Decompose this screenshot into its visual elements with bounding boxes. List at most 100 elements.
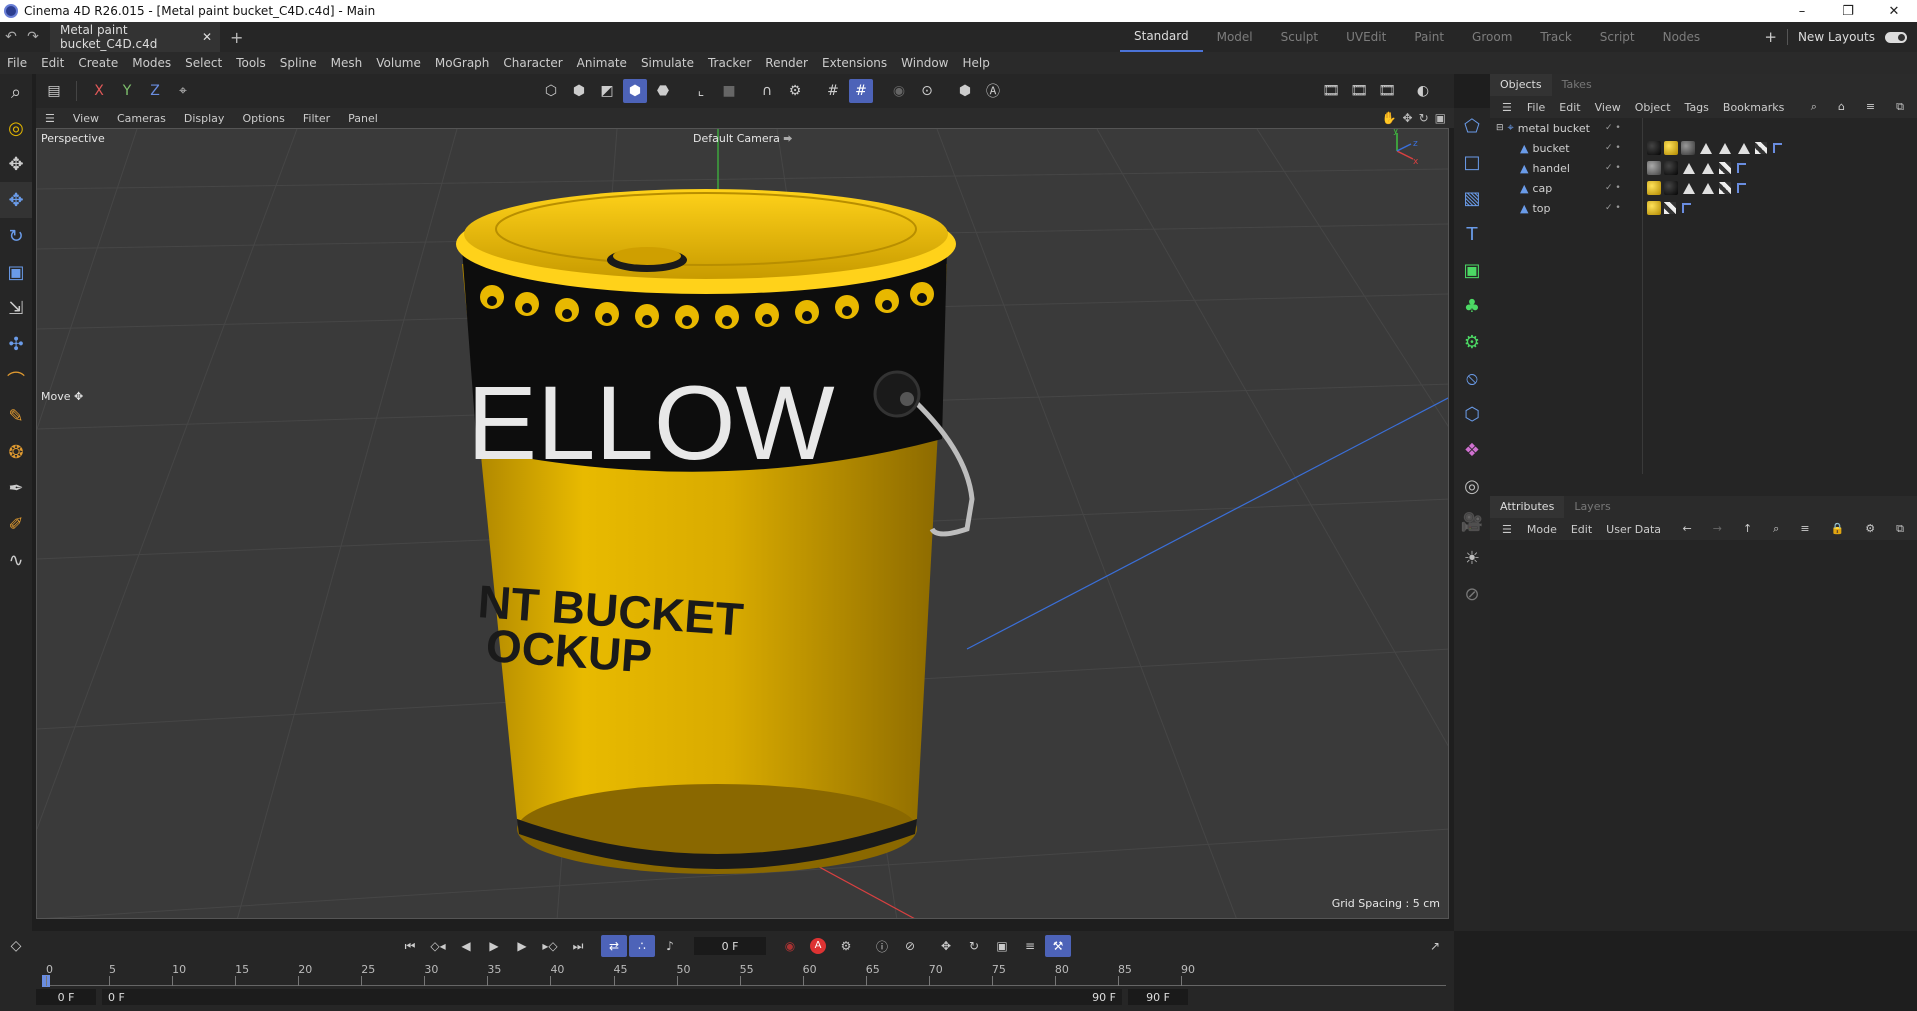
tab-takes[interactable]: Takes (1552, 74, 1602, 96)
menu-tracker[interactable]: Tracker (701, 56, 758, 70)
material-tag[interactable] (1647, 141, 1661, 155)
vp-menu-panel[interactable]: Panel (339, 112, 387, 125)
obj-menu-file[interactable]: File (1520, 101, 1552, 114)
object-mode-icon[interactable]: ⬢ (623, 79, 647, 103)
next-key-icon[interactable]: ▸◇ (537, 935, 563, 957)
material-tag[interactable] (1647, 201, 1661, 215)
paint-brush-icon[interactable]: ✒ (0, 470, 32, 506)
list-item[interactable]: ▲ handel ✓ • (1490, 158, 1917, 178)
subdivision-icon[interactable]: ▣ (1454, 252, 1490, 288)
new-window-icon[interactable]: ⧉ (1889, 522, 1911, 536)
new-window-icon[interactable]: ⧉ (1889, 100, 1911, 114)
keyframe-settings-icon[interactable]: ⚙ (833, 935, 859, 957)
edges-mode-icon[interactable]: ⬢ (567, 79, 591, 103)
visibility-flags[interactable]: ✓ • (1605, 163, 1621, 173)
frame-ruler[interactable]: 0 5 10 15 20 25 30 35 40 45 50 55 60 65 70 75 80 85 90 (42, 963, 1446, 987)
texture-tag[interactable] (1700, 142, 1712, 154)
snap-tool-icon[interactable]: ✣ (0, 326, 32, 362)
knife-tool-icon[interactable]: ✐ (0, 506, 32, 542)
dynamics-icon[interactable]: ⊘ (1454, 576, 1490, 612)
layout-tab-paint[interactable]: Paint (1400, 30, 1458, 44)
project-settings-icon[interactable]: ◐ (1411, 79, 1435, 103)
vp-menu-cameras[interactable]: Cameras (108, 112, 175, 125)
list-item[interactable]: ▲ top ✓ • (1490, 198, 1917, 218)
scale-key-icon[interactable]: ▣ (989, 935, 1015, 957)
viewport-hamburger-icon[interactable]: ☰ (36, 112, 64, 125)
workplane-snap-icon[interactable]: # (849, 79, 873, 103)
axis-x-toggle[interactable]: X (87, 79, 111, 103)
null-object-icon[interactable]: □ (1454, 144, 1490, 180)
menu-window[interactable]: Window (894, 56, 955, 70)
tab-layers[interactable]: Layers (1564, 496, 1620, 518)
previous-frame-icon[interactable]: ◀ (453, 935, 479, 957)
texture-tag[interactable] (1702, 162, 1714, 174)
menu-spline[interactable]: Spline (273, 56, 324, 70)
home-icon[interactable]: ⌂ (1831, 100, 1852, 114)
close-tab-icon[interactable]: ✕ (202, 30, 212, 44)
search-icon[interactable]: ⌕ (1804, 100, 1824, 114)
menu-help[interactable]: Help (956, 56, 997, 70)
texture-tag[interactable] (1719, 142, 1731, 154)
cloner-icon[interactable]: ♣ (1454, 288, 1490, 324)
maximize-viewport-icon[interactable]: ▣ (1435, 111, 1446, 125)
search-icon[interactable]: ⌕ (1766, 522, 1786, 536)
end-frame-field[interactable]: 90 F (1128, 989, 1188, 1005)
list-item[interactable]: ▲ bucket ✓ • (1490, 138, 1917, 158)
attr-menu-user-data[interactable]: User Data (1599, 523, 1668, 536)
list-item[interactable]: ⊟ ⌖ metal bucket ✓ • (1490, 118, 1917, 138)
attr-menu-edit[interactable]: Edit (1564, 523, 1599, 536)
up-arrow-icon[interactable]: ↑ (1736, 522, 1759, 536)
visibility-flags[interactable]: ✓ • (1605, 203, 1621, 213)
lock-icon[interactable]: 🔒 (1824, 522, 1852, 536)
menu-mograph[interactable]: MoGraph (428, 56, 497, 70)
menu-mesh[interactable]: Mesh (324, 56, 370, 70)
environment-icon[interactable]: ◎ (1454, 468, 1490, 504)
deformer-icon[interactable]: ⦸ (1454, 360, 1490, 396)
maximize-button[interactable]: ❐ (1825, 0, 1871, 22)
autokey-record-button[interactable]: A (805, 935, 831, 957)
menu-extensions[interactable]: Extensions (815, 56, 894, 70)
text-object-icon[interactable]: T (1454, 216, 1490, 252)
sound-icon[interactable]: ♪ (657, 935, 683, 957)
frame-range-slider[interactable]: 0 F 90 F (102, 989, 1122, 1005)
settings-icon[interactable]: ⚙ (1858, 522, 1882, 536)
param-key-icon[interactable]: ≡ (1017, 935, 1043, 957)
light-object-icon[interactable]: ☀ (1454, 540, 1490, 576)
points-mode-icon[interactable]: ⬡ (539, 79, 563, 103)
vp-menu-filter[interactable]: Filter (294, 112, 339, 125)
sketch-pen-icon[interactable]: ✎ (0, 398, 32, 434)
collapse-icon[interactable]: ⊟ (1496, 123, 1504, 133)
selection-tag[interactable] (1737, 163, 1746, 173)
menu-animate[interactable]: Animate (570, 56, 634, 70)
soft-selection-icon[interactable]: ◉ (887, 79, 911, 103)
key-selection-icon[interactable]: ⓘ (869, 935, 895, 957)
field-icon[interactable]: ⬡ (1454, 396, 1490, 432)
texture-tag[interactable] (1738, 142, 1750, 154)
layout-tab-script[interactable]: Script (1586, 30, 1649, 44)
undo-icon[interactable]: ↶ (0, 29, 22, 45)
camera-object-icon[interactable]: 🎥 (1454, 504, 1490, 540)
layout-tab-uvedit[interactable]: UVEdit (1332, 30, 1400, 44)
point-level-anim-icon[interactable]: ⚒ (1045, 935, 1071, 957)
previous-key-icon[interactable]: ◇◂ (425, 935, 451, 957)
3d-viewport[interactable]: ELLOW NT BUCKET OCKUP x z y Perspective … (36, 128, 1449, 919)
layout-tab-sculpt[interactable]: Sculpt (1267, 30, 1332, 44)
scale-tool-icon[interactable]: ✥ (0, 146, 32, 182)
render-picture-viewer-icon[interactable]: 🎞 (1347, 79, 1371, 103)
list-item[interactable]: ▲ cap ✓ • (1490, 178, 1917, 198)
material-tag[interactable] (1647, 161, 1661, 175)
visibility-flags[interactable]: ✓ • (1605, 183, 1621, 193)
vp-menu-options[interactable]: Options (233, 112, 293, 125)
next-frame-icon[interactable]: ▶ (509, 935, 535, 957)
cube-object-icon[interactable]: ▧ (1454, 180, 1490, 216)
start-frame-field[interactable]: 0 F (36, 989, 96, 1005)
menu-select[interactable]: Select (178, 56, 229, 70)
material-tag[interactable] (1664, 161, 1678, 175)
visibility-flags[interactable]: ✓ • (1605, 123, 1621, 133)
back-arrow-icon[interactable]: ← (1676, 522, 1699, 536)
move-camera-icon[interactable]: ✥ (1403, 111, 1413, 125)
spline-pen-icon[interactable]: ⌒ (0, 362, 32, 398)
attr-menu-mode[interactable]: Mode (1520, 523, 1564, 536)
coordinate-system-icon[interactable]: ⌖ (171, 79, 195, 103)
uvw-tag[interactable] (1755, 142, 1767, 154)
